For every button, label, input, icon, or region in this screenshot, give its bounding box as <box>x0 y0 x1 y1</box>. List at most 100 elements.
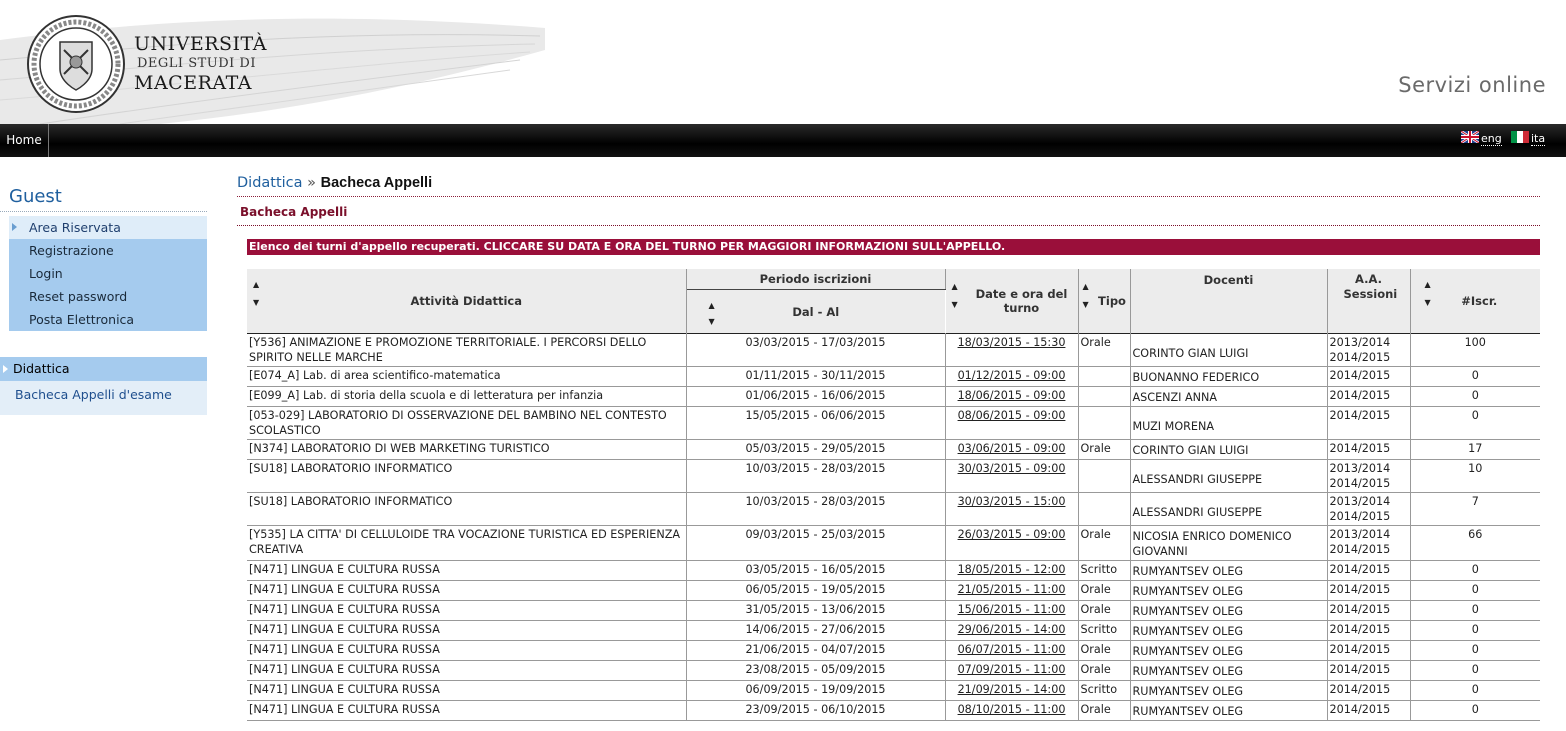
sidebar-item-registrazione[interactable]: Registrazione <box>9 239 207 262</box>
cell-date-ora-text[interactable]: 03/06/2015 - 09:00 <box>958 442 1066 455</box>
cell-attivita: [Y536] ANIMAZIONE E PROMOZIONE TERRITORI… <box>247 333 687 367</box>
cell-iscritti-text: 10 <box>1468 462 1483 475</box>
sidebar-didattica-body: Bacheca Appelli d'esame <box>0 381 207 415</box>
servizi-online-title: Servizi online <box>1398 73 1546 97</box>
sidebar-item-posta-elettronica[interactable]: Posta Elettronica <box>9 308 207 331</box>
cell-attivita-text: [Y535] LA CITTA' DI CELLULOIDE TRA VOCAZ… <box>249 528 681 556</box>
lang-english-link[interactable]: eng <box>1461 131 1502 146</box>
cell-date-ora[interactable]: 18/03/2015 - 15:30 <box>945 333 1079 367</box>
cell-date-ora-text[interactable]: 06/07/2015 - 11:00 <box>958 643 1066 656</box>
cell-attivita-text: [SU18] LABORATORIO INFORMATICO <box>249 462 453 475</box>
cell-periodo: 06/09/2015 - 19/09/2015 <box>686 680 946 701</box>
cell-attivita: [E099_A] Lab. di storia della scuola e d… <box>247 386 687 407</box>
cell-periodo-text: 23/08/2015 - 05/09/2015 <box>745 663 886 676</box>
sidebar-section-didattica[interactable]: Didattica <box>0 357 207 381</box>
cell-attivita: [053-029] LABORATORIO DI OSSERVAZIONE DE… <box>247 406 687 440</box>
table-row: [N471] LINGUA E CULTURA RUSSA 03/05/2015 … <box>247 560 1540 581</box>
cell-date-ora[interactable]: 21/09/2015 - 14:00 <box>945 680 1079 701</box>
nav-home-link[interactable]: Home <box>0 124 49 157</box>
sidebar-item-bacheca-appelli[interactable]: Bacheca Appelli d'esame <box>0 381 207 402</box>
cell-periodo-text: 01/11/2015 - 30/11/2015 <box>745 369 886 382</box>
sort-desc-icon[interactable]: ▼ <box>1083 301 1089 309</box>
cell-iscritti: 0 <box>1410 680 1540 701</box>
sort-asc-icon[interactable]: ▲ <box>709 302 715 310</box>
cell-attivita-text: [Y536] ANIMAZIONE E PROMOZIONE TERRITORI… <box>249 336 647 364</box>
cell-date-ora-text[interactable]: 18/03/2015 - 15:30 <box>958 336 1066 349</box>
cell-docenti-text: RUMYANTSEV OLEG <box>1132 705 1244 718</box>
cell-date-ora[interactable]: 29/06/2015 - 14:00 <box>945 620 1079 641</box>
cell-aa-sessioni-text: 2014/2015 <box>1329 389 1391 402</box>
cell-periodo: 21/06/2015 - 04/07/2015 <box>686 640 946 661</box>
cell-iscritti-text: 0 <box>1471 603 1479 616</box>
table-row: [053-029] LABORATORIO DI OSSERVAZIONE DE… <box>247 406 1540 440</box>
cell-date-ora[interactable]: 30/03/2015 - 15:00 <box>945 492 1079 526</box>
cell-periodo: 09/03/2015 - 25/03/2015 <box>686 525 946 561</box>
cell-periodo: 03/03/2015 - 17/03/2015 <box>686 333 946 367</box>
cell-date-ora-text[interactable]: 29/06/2015 - 14:00 <box>958 623 1066 636</box>
cell-date-ora[interactable]: 21/05/2015 - 11:00 <box>945 580 1079 601</box>
sidebar-item-reset-password[interactable]: Reset password <box>9 285 207 308</box>
sort-desc-icon[interactable]: ▼ <box>952 301 958 309</box>
cell-date-ora[interactable]: 01/12/2015 - 09:00 <box>945 366 1079 387</box>
cell-aa-sessioni: 2013/2014 2014/2015 <box>1327 525 1411 561</box>
sort-desc-icon[interactable]: ▼ <box>253 299 259 307</box>
cell-attivita-text: [N471] LINGUA E CULTURA RUSSA <box>249 683 440 696</box>
page-subtitle: Bacheca Appelli <box>237 205 1540 226</box>
info-banner: Elenco dei turni d'appello recuperati. C… <box>247 239 1540 255</box>
cell-tipo: Orale <box>1078 525 1131 561</box>
cell-aa-sessioni-text: 2014/2015 <box>1329 409 1391 422</box>
cell-aa-sessioni-text: 2013/2014 2014/2015 <box>1329 462 1391 490</box>
sidebar-item-login[interactable]: Login <box>9 262 207 285</box>
cell-periodo: 23/09/2015 - 06/10/2015 <box>686 700 946 721</box>
cell-date-ora-text[interactable]: 21/09/2015 - 14:00 <box>958 683 1066 696</box>
cell-date-ora-text[interactable]: 01/12/2015 - 09:00 <box>958 369 1066 382</box>
cell-date-ora-text[interactable]: 07/09/2015 - 11:00 <box>958 663 1066 676</box>
table-row: [N374] LABORATORIO DI WEB MARKETING TURI… <box>247 439 1540 460</box>
sort-asc-icon[interactable]: ▲ <box>1425 281 1431 289</box>
cell-date-ora[interactable]: 30/03/2015 - 09:00 <box>945 459 1079 493</box>
lang-italian-link[interactable]: ita <box>1511 131 1546 146</box>
table-row: [N471] LINGUA E CULTURA RUSSA 21/06/2015 … <box>247 640 1540 661</box>
cell-docenti: ALESSANDRI GIUSEPPE <box>1130 459 1328 493</box>
cell-date-ora[interactable]: 03/06/2015 - 09:00 <box>945 439 1079 460</box>
cell-attivita: [N471] LINGUA E CULTURA RUSSA <box>247 700 687 721</box>
cell-date-ora[interactable]: 15/06/2015 - 11:00 <box>945 600 1079 621</box>
cell-docenti-text: ALESSANDRI GIUSEPPE <box>1132 506 1263 519</box>
top-navbar: Home eng ita <box>0 124 1566 157</box>
cell-date-ora[interactable]: 08/10/2015 - 11:00 <box>945 700 1079 721</box>
cell-date-ora[interactable]: 07/09/2015 - 11:00 <box>945 660 1079 681</box>
cell-date-ora-text[interactable]: 15/06/2015 - 11:00 <box>958 603 1066 616</box>
cell-aa-sessioni-text: 2013/2014 2014/2015 <box>1329 528 1391 556</box>
cell-date-ora[interactable]: 26/03/2015 - 09:00 <box>945 525 1079 561</box>
cell-date-ora-text[interactable]: 30/03/2015 - 15:00 <box>958 495 1066 508</box>
guest-title: Guest <box>0 183 207 212</box>
sort-asc-icon[interactable]: ▲ <box>1083 283 1089 291</box>
lang-english-label: eng <box>1481 132 1502 146</box>
cell-date-ora-text[interactable]: 08/10/2015 - 11:00 <box>958 703 1066 716</box>
cell-date-ora-text[interactable]: 26/03/2015 - 09:00 <box>958 528 1066 541</box>
col-dal-al-label: Dal - Al <box>792 304 840 319</box>
cell-date-ora[interactable]: 18/05/2015 - 12:00 <box>945 560 1079 581</box>
sort-asc-icon[interactable]: ▲ <box>952 283 958 291</box>
cell-date-ora-text[interactable]: 21/05/2015 - 11:00 <box>958 583 1066 596</box>
cell-date-ora-text[interactable]: 30/03/2015 - 09:00 <box>958 462 1066 475</box>
breadcrumb-didattica[interactable]: Didattica <box>237 175 303 191</box>
cell-date-ora[interactable]: 08/06/2015 - 09:00 <box>945 406 1079 440</box>
cell-date-ora[interactable]: 06/07/2015 - 11:00 <box>945 640 1079 661</box>
cell-tipo-text: Scritto <box>1080 563 1118 576</box>
cell-periodo: 10/03/2015 - 28/03/2015 <box>686 459 946 493</box>
cell-iscritti: 7 <box>1410 492 1540 526</box>
cell-docenti: NICOSIA ENRICO DOMENICO GIOVANNI <box>1130 525 1328 561</box>
cell-date-ora[interactable]: 18/06/2015 - 09:00 <box>945 386 1079 407</box>
cell-date-ora-text[interactable]: 18/06/2015 - 09:00 <box>958 389 1066 402</box>
cell-attivita-text: [N471] LINGUA E CULTURA RUSSA <box>249 703 440 716</box>
cell-date-ora-text[interactable]: 18/05/2015 - 12:00 <box>958 563 1066 576</box>
sort-asc-icon[interactable]: ▲ <box>253 281 259 289</box>
sort-desc-icon[interactable]: ▼ <box>1425 299 1431 307</box>
appelli-table: ▲ ▼ Attività Didattica Periodo iscrizion… <box>247 269 1540 721</box>
cell-date-ora-text[interactable]: 08/06/2015 - 09:00 <box>958 409 1066 422</box>
table-row: [SU18] LABORATORIO INFORMATICO 10/03/2015… <box>247 459 1540 493</box>
sort-desc-icon[interactable]: ▼ <box>709 318 715 326</box>
cell-periodo-text: 23/09/2015 - 06/10/2015 <box>745 703 886 716</box>
sidebar-item-area-riservata[interactable]: Area Riservata <box>9 216 207 239</box>
